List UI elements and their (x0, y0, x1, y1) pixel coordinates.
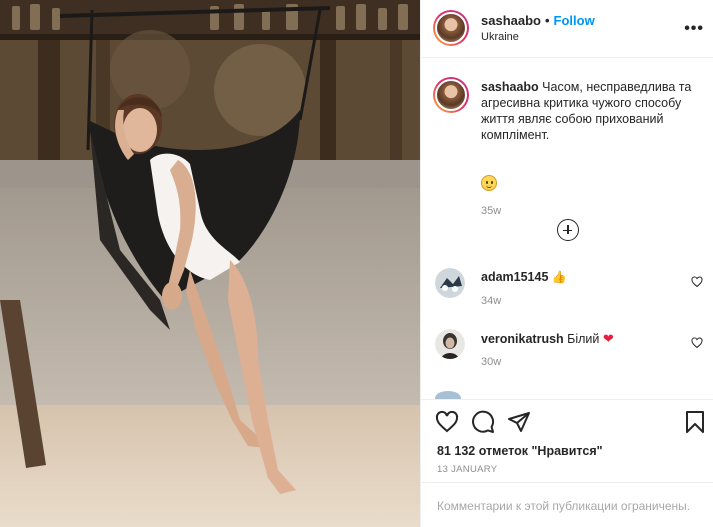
author-avatar[interactable] (433, 10, 469, 46)
caption-avatar[interactable] (433, 77, 469, 113)
author-line: sashaabo • Follow (481, 13, 595, 28)
likes-count[interactable]: 81 132 отметок "Нравится" (437, 444, 603, 458)
instagram-post: sashaabo • Follow Ukraine ••• sashaabo Час… (0, 0, 713, 527)
comment-time[interactable]: 34w (481, 295, 501, 307)
comment-item: adam15145 👍 34w (433, 268, 703, 318)
post-actions: 81 132 отметок "Нравится" 13 JANUARY (421, 399, 713, 481)
next-comment-avatar[interactable] (435, 391, 461, 399)
load-more-comments-button[interactable] (557, 219, 579, 241)
like-comment-heart-icon[interactable] (691, 276, 703, 288)
follow-button[interactable]: Follow (554, 13, 595, 28)
share-send-icon[interactable] (507, 410, 531, 434)
author-username[interactable]: sashaabo (481, 13, 541, 28)
post-photo-art (0, 0, 420, 527)
comment-bubble-icon[interactable] (471, 410, 495, 434)
thumbs-up-icon: 👍 (551, 270, 567, 284)
comments-list[interactable]: sashaabo Часом, несправедлива та агресив… (421, 59, 713, 399)
comment-text: Білий (567, 332, 600, 346)
post-photo[interactable] (0, 0, 420, 527)
header-separator: • (544, 13, 550, 28)
comment-username[interactable]: veronikatrush (481, 332, 564, 346)
commenter-avatar[interactable] (435, 268, 465, 298)
comment-time[interactable]: 30w (481, 356, 501, 368)
comment-text-line: veronikatrush Білий ❤ (481, 331, 614, 347)
like-heart-icon[interactable] (435, 410, 459, 434)
post-header: sashaabo • Follow Ukraine ••• (421, 0, 713, 58)
caption-username[interactable]: sashaabo (481, 80, 539, 94)
smile-emoji-icon (481, 175, 497, 191)
post-location[interactable]: Ukraine (481, 31, 519, 43)
more-options-button[interactable]: ••• (684, 20, 704, 38)
comments-restricted-bar: Комментарии к этой публикации ограничены… (421, 482, 713, 527)
save-bookmark-icon[interactable] (683, 410, 707, 434)
caption-time[interactable]: 35w (481, 205, 501, 217)
comments-restricted-text: Комментарии к этой публикации ограничены… (437, 499, 691, 513)
comment-username[interactable]: adam15145 (481, 270, 548, 284)
caption-text-block: sashaabo Часом, несправедлива та агресив… (481, 79, 703, 143)
red-heart-icon: ❤ (602, 331, 614, 346)
comment-text-line: adam15145 👍 (481, 270, 567, 284)
like-comment-heart-icon[interactable] (691, 337, 703, 349)
post-date[interactable]: 13 JANUARY (437, 464, 497, 475)
comment-item: veronikatrush Білий ❤ 30w (433, 329, 703, 379)
post-side-panel: sashaabo • Follow Ukraine ••• sashaabo Час… (420, 0, 713, 527)
commenter-avatar[interactable] (435, 329, 465, 359)
